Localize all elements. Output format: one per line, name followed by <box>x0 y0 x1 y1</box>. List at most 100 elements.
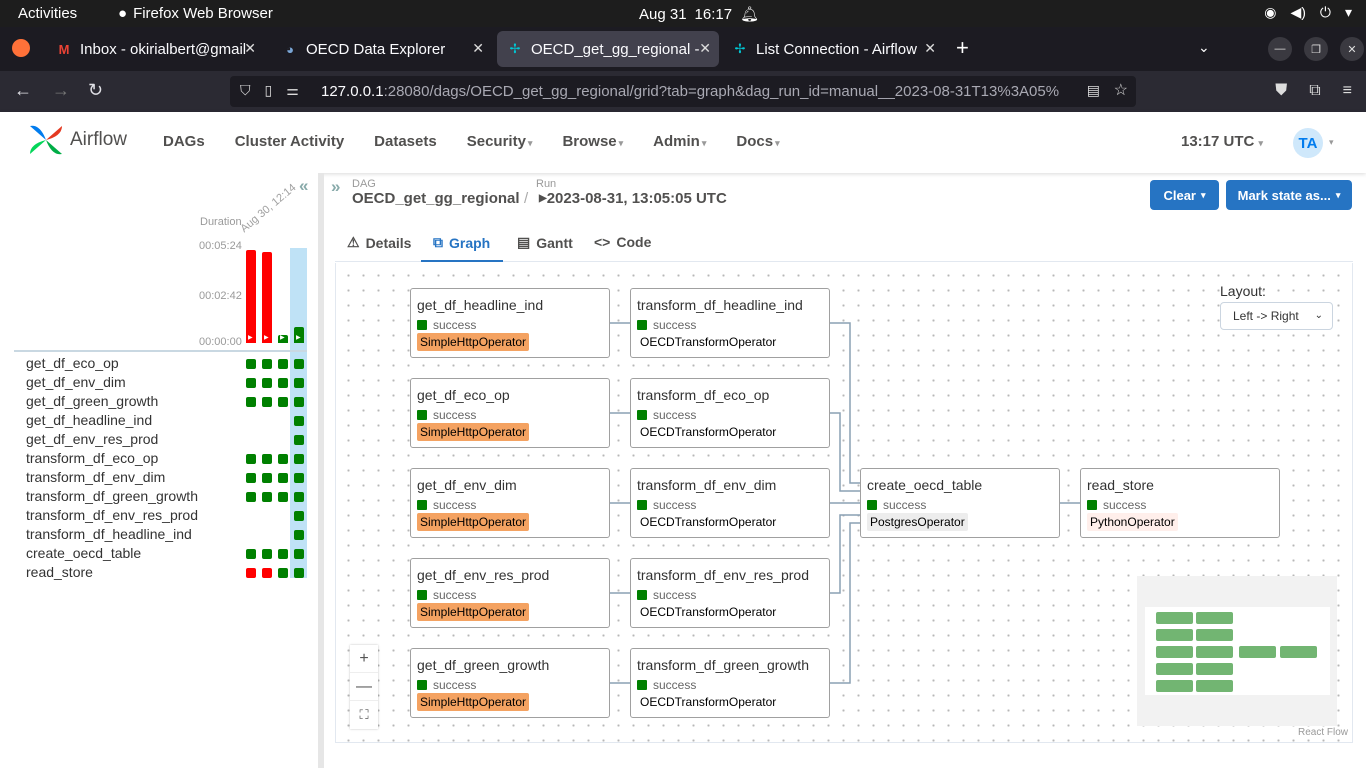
duration-bar[interactable]: ▶ <box>278 335 288 343</box>
reader-view-icon[interactable]: ▤ <box>1087 82 1100 99</box>
panel-resize-handle[interactable] <box>318 173 324 768</box>
extensions-icon[interactable]: ⧉ <box>1309 82 1320 100</box>
task-instance-cell[interactable] <box>294 454 304 464</box>
permissions-icon[interactable]: ⚌ <box>286 82 299 99</box>
minimize-icon[interactable]: — <box>1268 37 1292 61</box>
shield-icon[interactable]: ⛉ <box>240 82 251 99</box>
bookmark-star-icon[interactable]: ☆ <box>1114 80 1128 100</box>
task-node[interactable]: create_oecd_table success PostgresOperator <box>860 468 1060 538</box>
expand-grid-icon[interactable]: » <box>331 177 340 197</box>
tab-gmail[interactable]: M Inbox - okirialbert@gmail ✕ <box>46 31 264 67</box>
app-menu[interactable]: ● Firefox Web Browser <box>118 5 273 22</box>
task-node[interactable]: transform_df_eco_op success OECDTransformO… <box>630 378 830 448</box>
hamburger-menu-icon[interactable]: ≡ <box>1343 82 1352 100</box>
menu-browse[interactable]: Browse ▾ <box>562 133 623 150</box>
airflow-logo[interactable]: Airflow <box>28 122 127 158</box>
close-icon[interactable]: ✕ <box>472 40 484 57</box>
tab-details[interactable]: ⚠ Details <box>347 234 411 251</box>
task-instance-cell[interactable] <box>262 568 272 578</box>
minimap[interactable] <box>1137 576 1337 726</box>
task-instance-cell[interactable] <box>294 359 304 369</box>
task-name[interactable]: transform_df_env_res_prod <box>26 507 198 523</box>
task-instance-cell[interactable] <box>294 397 304 407</box>
menu-cluster-activity[interactable]: Cluster Activity <box>235 133 344 150</box>
task-instance-cell[interactable] <box>294 530 304 540</box>
duration-bar[interactable]: ▶ <box>294 327 304 343</box>
task-instance-cell[interactable] <box>262 378 272 388</box>
caret-icon[interactable]: ▾ <box>1329 137 1334 148</box>
menu-datasets[interactable]: Datasets <box>374 133 437 150</box>
task-instance-cell[interactable] <box>294 511 304 521</box>
page-icon[interactable]: ▯ <box>265 82 273 99</box>
task-node[interactable]: get_df_eco_op success SimpleHttpOperator <box>410 378 610 448</box>
task-name[interactable]: get_df_headline_ind <box>26 412 152 428</box>
back-icon[interactable]: ← <box>14 80 32 101</box>
task-instance-cell[interactable] <box>278 454 288 464</box>
task-instance-cell[interactable] <box>246 454 256 464</box>
task-node[interactable]: transform_df_green_growth success OECDTran… <box>630 648 830 718</box>
task-name[interactable]: get_df_env_dim <box>26 374 126 390</box>
menu-dags[interactable]: DAGs <box>163 133 205 150</box>
mark-state-button[interactable]: Mark state as... ▾ <box>1226 180 1352 210</box>
task-instance-cell[interactable] <box>278 568 288 578</box>
task-instance-cell[interactable] <box>294 435 304 445</box>
close-icon[interactable]: ✕ <box>924 40 936 57</box>
task-name[interactable]: read_store <box>26 564 93 580</box>
clear-button[interactable]: Clear ▾ <box>1150 180 1219 210</box>
task-instance-cell[interactable] <box>246 397 256 407</box>
task-instance-cell[interactable] <box>294 378 304 388</box>
task-instance-cell[interactable] <box>262 492 272 502</box>
task-instance-cell[interactable] <box>246 549 256 559</box>
task-instance-cell[interactable] <box>246 359 256 369</box>
timezone-dropdown[interactable]: 13:17 UTC ▾ <box>1181 133 1263 150</box>
task-node[interactable]: get_df_env_dim success SimpleHttpOperator <box>410 468 610 538</box>
pocket-icon[interactable]: ⛊ <box>1275 82 1287 100</box>
menu-security[interactable]: Security ▾ <box>467 133 533 150</box>
close-icon[interactable]: ✕ <box>699 40 711 57</box>
react-flow-attribution[interactable]: React Flow <box>1298 727 1348 738</box>
new-tab-button[interactable]: + <box>956 35 969 61</box>
task-instance-cell[interactable] <box>262 549 272 559</box>
task-name[interactable]: transform_df_green_growth <box>26 488 198 504</box>
tab-list-connection[interactable]: ✢ List Connection - Airflow ✕ <box>722 31 944 67</box>
close-icon[interactable]: ✕ <box>244 40 256 57</box>
breadcrumb-run[interactable]: ▶2023-08-31, 13:05:05 UTC <box>539 190 727 207</box>
window-close-icon[interactable]: ✕ <box>1340 37 1364 61</box>
task-instance-cell[interactable] <box>278 397 288 407</box>
firefox-view-icon[interactable] <box>12 39 30 57</box>
task-instance-cell[interactable] <box>294 416 304 426</box>
activities-button[interactable]: Activities <box>18 5 77 22</box>
task-instance-cell[interactable] <box>294 473 304 483</box>
layout-select[interactable]: Left -> Right ⌄ <box>1220 302 1333 330</box>
tab-graph[interactable]: ⧉ Graph <box>433 234 490 251</box>
tab-gantt[interactable]: ▤ Gantt <box>517 234 573 251</box>
maximize-icon[interactable]: ❐ <box>1304 37 1328 61</box>
tab-code[interactable]: <> Code <box>594 234 651 250</box>
collapse-grid-icon[interactable]: « <box>299 176 308 196</box>
task-name[interactable]: transform_df_eco_op <box>26 450 158 466</box>
task-instance-cell[interactable] <box>262 473 272 483</box>
task-node[interactable]: get_df_green_growth success SimpleHttpOper… <box>410 648 610 718</box>
task-name[interactable]: create_oecd_table <box>26 545 141 561</box>
duration-bar[interactable]: ▶ <box>246 250 256 343</box>
task-node[interactable]: transform_df_env_dim success OECDTransform… <box>630 468 830 538</box>
task-instance-cell[interactable] <box>262 454 272 464</box>
task-instance-cell[interactable] <box>278 359 288 369</box>
menu-docs[interactable]: Docs ▾ <box>736 133 779 150</box>
task-instance-cell[interactable] <box>294 549 304 559</box>
task-instance-cell[interactable] <box>246 378 256 388</box>
duration-bar[interactable]: ▶ <box>262 252 272 343</box>
task-instance-cell[interactable] <box>262 397 272 407</box>
tab-oecd-explorer[interactable]: ◕ OECD Data Explorer ✕ <box>272 31 492 67</box>
task-name[interactable]: transform_df_env_dim <box>26 469 165 485</box>
task-instance-cell[interactable] <box>294 568 304 578</box>
tab-oecd-dag[interactable]: ✢ OECD_get_gg_regional - ✕ <box>497 31 719 67</box>
task-node[interactable]: transform_df_headline_ind success OECDTran… <box>630 288 830 358</box>
menu-admin[interactable]: Admin ▾ <box>653 133 706 150</box>
task-name[interactable]: get_df_eco_op <box>26 355 119 371</box>
task-node[interactable]: transform_df_env_res_prod success OECDTran… <box>630 558 830 628</box>
breadcrumb-dag[interactable]: OECD_get_gg_regional <box>352 190 520 207</box>
list-all-tabs-icon[interactable]: ⌄ <box>1198 39 1210 56</box>
task-instance-cell[interactable] <box>278 492 288 502</box>
forward-icon[interactable]: → <box>52 80 70 101</box>
